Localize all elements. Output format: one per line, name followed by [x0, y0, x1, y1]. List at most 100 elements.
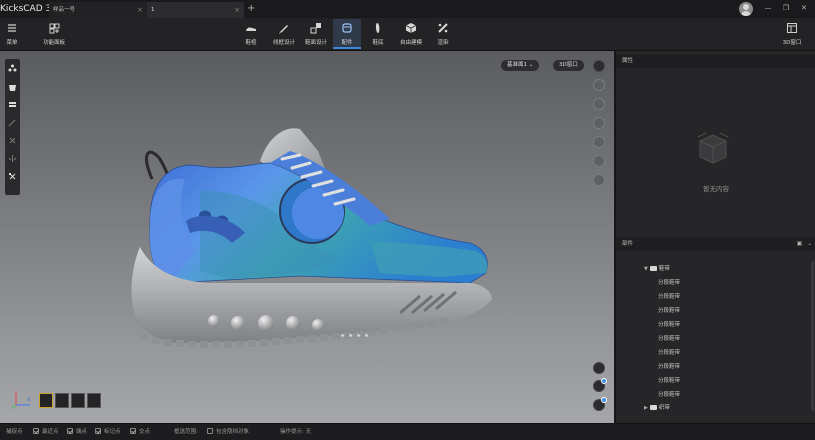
tool-label: 鞋楦 — [245, 40, 257, 46]
tree-child-item[interactable]: 分段鞋带 — [658, 375, 680, 387]
tool-label: 渲染 — [437, 40, 449, 46]
shoe-model[interactable] — [0, 51, 614, 423]
close-window-button[interactable]: ✕ — [797, 2, 811, 14]
pan-icon[interactable] — [593, 397, 607, 411]
tool-label: 线框设计 — [272, 40, 295, 46]
mirror-tool-icon[interactable] — [7, 153, 18, 164]
parts-scrollbar[interactable] — [811, 261, 814, 411]
title-bar: KicksCAD 3D 样品一号 × 1 × + — ❐ ✕ — [0, 0, 815, 18]
axis-triad-icon — [11, 391, 30, 409]
restore-button[interactable]: ❐ — [779, 2, 793, 14]
window-3d-button[interactable]: 3D窗口 — [553, 60, 584, 71]
edit-tool-icon[interactable] — [7, 117, 18, 128]
window-3d-toggle[interactable]: 3D窗口 — [778, 21, 806, 46]
panel-label: 功能面板 — [42, 40, 65, 46]
folder-icon — [649, 265, 657, 271]
tool-upper[interactable]: 鞋面设计 — [302, 21, 330, 46]
avatar[interactable] — [739, 2, 753, 16]
cut-tool-icon[interactable] — [7, 135, 18, 146]
snap-intersection-checkbox[interactable]: 交点 — [130, 424, 150, 440]
tree-child-item[interactable]: 分段鞋带 — [658, 291, 680, 303]
tool-label: 自由建模 — [399, 40, 422, 46]
tree-child-item[interactable]: 分段鞋带 — [658, 333, 680, 345]
tree-node-webbing[interactable]: ▶ 织带 — [644, 402, 670, 414]
tree-node-laces[interactable]: ▼ 鞋带 — [644, 263, 670, 275]
caret-down-icon[interactable]: ▼ — [644, 263, 648, 275]
status-bar: 捕捉点 最近点 端点 标记点 交点 框选范围: 包含隐挡对象 操作提示: 无 — [0, 423, 815, 440]
snap-endpoint-checkbox[interactable]: 端点 — [67, 424, 87, 440]
tool-label: 鞋底 — [372, 40, 384, 46]
tree-child-item[interactable]: 分段鞋带 — [658, 389, 680, 401]
snap-tool-icon[interactable] — [7, 63, 18, 74]
scale-tool-icon[interactable] — [7, 171, 18, 182]
function-panel-button[interactable]: 功能面板 — [40, 21, 68, 46]
view-preset-group — [39, 393, 101, 409]
preset-front-icon[interactable] — [55, 393, 69, 408]
doc-tab-label: 1 — [151, 7, 155, 13]
tree-child-item[interactable]: 分段鞋带 — [658, 361, 680, 373]
tree-child-item[interactable]: 分段鞋带 — [658, 277, 680, 289]
add-folder-icon[interactable]: ▣ — [797, 237, 802, 251]
back-view-icon[interactable] — [593, 136, 605, 148]
last-icon — [246, 27, 256, 31]
chevron-down-icon: ⌄ — [528, 62, 534, 68]
right-panel: 属性 暂无内容 部件 ▣ ⌄ ▼ 鞋带 分段鞋带 分段鞋带 分段鞋带 分段鞋带 分… — [615, 51, 815, 423]
tool-sole[interactable]: 鞋底 — [368, 21, 388, 46]
empty-box-icon — [697, 132, 729, 164]
menu-label: 菜单 — [6, 40, 18, 46]
caret-right-icon[interactable]: ▶ — [644, 402, 648, 414]
tool-free-model[interactable]: 自由建模 — [397, 21, 425, 46]
top-view-icon[interactable] — [593, 98, 605, 110]
reference-face-dropdown[interactable]: 基准面1 ⌄ — [501, 60, 540, 71]
tree-child-item[interactable]: 分段鞋带 — [658, 347, 680, 359]
doc-tab-1[interactable]: 1 × — [147, 2, 244, 18]
preset-top-icon[interactable] — [87, 393, 101, 408]
window-3d-label: 3D窗口 — [782, 40, 802, 46]
close-icon[interactable]: × — [137, 2, 143, 18]
tree-node-label: 织带 — [658, 405, 670, 411]
parts-header-label: 部件 — [622, 241, 634, 247]
snap-nearest-checkbox[interactable]: 最近点 — [33, 424, 59, 440]
view-cube-icon[interactable] — [593, 60, 605, 72]
bucket-tool-icon[interactable] — [7, 81, 18, 92]
preset-side-icon[interactable] — [71, 393, 85, 408]
tool-accessory[interactable]: 配件 — [333, 19, 361, 49]
zoom-fit-icon[interactable] — [593, 362, 605, 374]
tool-wireframe[interactable]: 线框设计 — [270, 21, 298, 46]
sole-icon — [375, 23, 380, 33]
pen-icon — [279, 25, 288, 34]
minimize-button[interactable]: — — [761, 2, 775, 14]
operation-hint: 操作提示: 无 — [280, 429, 312, 435]
tree-child-item[interactable]: 分段鞋带 — [658, 319, 680, 331]
doc-tab-sample[interactable]: 样品一号 × — [49, 2, 147, 18]
rotate-icon[interactable] — [593, 378, 607, 392]
tool-last[interactable]: 鞋楦 — [241, 21, 261, 46]
main-toolbar: 菜单 功能面板 鞋楦 线框设计 鞋面设计 配件 鞋底 自由建模 渲染 3D窗口 — [0, 18, 815, 51]
tool-label: 配件 — [341, 40, 353, 46]
doc-tab-label: 样品一号 — [53, 7, 76, 13]
side-view-icon[interactable] — [593, 117, 605, 129]
snap-label: 捕捉点 — [6, 429, 23, 435]
tree-node-label: 鞋带 — [658, 266, 670, 272]
left-tool-strip — [5, 59, 20, 195]
add-tab-icon[interactable]: + — [247, 1, 255, 17]
grid-view-icon[interactable] — [593, 174, 605, 186]
tree-child-item[interactable]: 分段鞋带 — [658, 305, 680, 317]
panel-icon — [49, 23, 60, 34]
front-view-icon[interactable] — [593, 79, 605, 91]
layer-tool-icon[interactable] — [7, 99, 18, 110]
reference-face-label: 基准面1 — [507, 62, 527, 68]
menu-button[interactable]: 菜单 — [3, 21, 21, 46]
properties-header: 属性 — [616, 54, 815, 68]
axis-x-label: X — [27, 397, 31, 403]
snap-marker-checkbox[interactable]: 标记点 — [95, 424, 121, 440]
collapse-icon[interactable]: ⌄ — [807, 237, 812, 251]
accessory-icon — [342, 23, 352, 33]
preset-iso-icon[interactable] — [39, 393, 53, 408]
close-icon[interactable]: × — [234, 2, 240, 18]
bottom-view-icon[interactable] — [593, 155, 605, 167]
include-hidden-checkbox[interactable]: 包含隐挡对象 — [207, 424, 249, 440]
tool-render[interactable]: 渲染 — [433, 21, 453, 46]
3d-viewport[interactable]: 基准面1 ⌄ 3D窗口 X — [0, 51, 614, 423]
select-range-label: 框选范围: — [174, 429, 198, 435]
